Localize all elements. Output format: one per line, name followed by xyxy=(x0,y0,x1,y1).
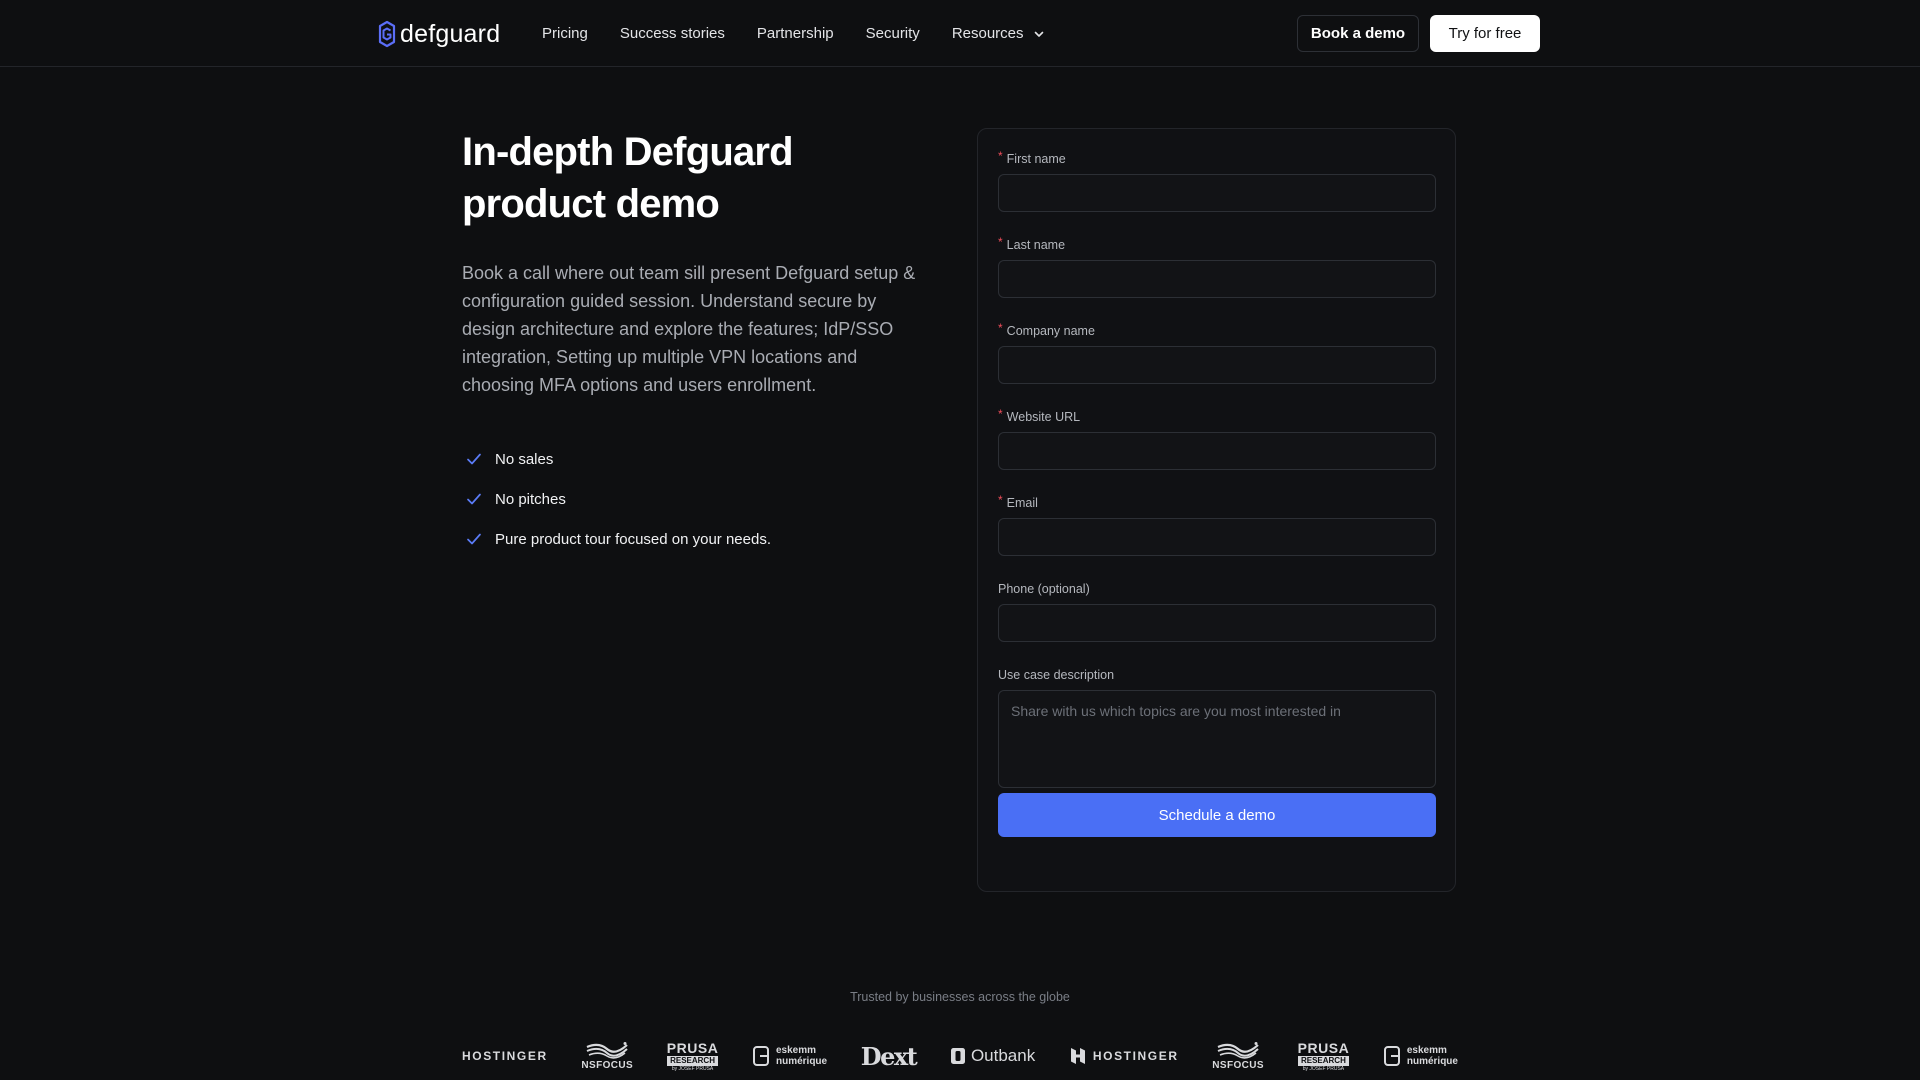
required-mark: * xyxy=(998,321,1003,335)
page-description: Book a call where out team sill present … xyxy=(462,263,916,395)
last-name-field: * Last name xyxy=(998,235,1436,298)
hostinger-logo: HOSTINGER xyxy=(462,1049,548,1063)
feature-label: No pitches xyxy=(495,490,566,508)
website-url-field: * Website URL xyxy=(998,407,1436,470)
first-name-label: * First name xyxy=(998,149,1066,166)
company-name-input[interactable] xyxy=(998,346,1436,384)
email-field: * Email xyxy=(998,493,1436,556)
eskemm-numerique-logo: eskemm numérique xyxy=(752,1045,827,1067)
first-name-field: * First name xyxy=(998,149,1436,212)
required-mark: * xyxy=(998,235,1003,249)
phone-label: Phone (optional) xyxy=(998,582,1090,596)
prusa-research-logo: PRUSA RESEARCH by JOSEF PRUSA xyxy=(1297,1039,1350,1072)
use-case-field: Use case description xyxy=(998,667,1436,788)
site-header: defguard Pricing Success stories Partner… xyxy=(0,0,1920,67)
phone-input[interactable] xyxy=(998,604,1436,642)
trusted-caption: Trusted by businesses across the globe xyxy=(850,990,1070,1004)
outbank-icon xyxy=(950,1048,965,1064)
first-name-input[interactable] xyxy=(998,174,1436,212)
nav-partnership[interactable]: Partnership xyxy=(757,25,834,42)
page-title: In-depth Defguard product demo xyxy=(462,130,794,226)
phone-field: Phone (optional) xyxy=(998,581,1436,642)
chevron-down-icon xyxy=(1034,31,1043,37)
check-icon xyxy=(467,493,481,505)
website-url-label: * Website URL xyxy=(998,407,1081,424)
feature-label: No sales xyxy=(495,450,554,468)
use-case-label: Use case description xyxy=(998,668,1115,682)
required-mark: * xyxy=(998,407,1003,421)
main-nav: Pricing Success stories Partnership Secu… xyxy=(542,0,1077,67)
email-label: * Email xyxy=(998,493,1038,510)
website-url-input[interactable] xyxy=(998,432,1436,470)
defguard-logo-icon xyxy=(378,20,396,48)
hostinger-logo: HOSTINGER xyxy=(1069,1047,1179,1065)
company-name-field: * Company name xyxy=(998,321,1436,384)
outbank-logo: Outbank xyxy=(950,1046,1035,1066)
check-icon xyxy=(467,453,481,465)
feature-item: No sales xyxy=(462,447,771,471)
required-mark: * xyxy=(998,493,1003,507)
use-case-textarea[interactable] xyxy=(998,690,1436,788)
check-icon xyxy=(467,533,481,545)
nsfocus-wave-icon xyxy=(586,1042,629,1059)
eskemm-numerique-logo: eskemm numérique xyxy=(1383,1045,1458,1067)
try-for-free-button[interactable]: Try for free xyxy=(1430,15,1540,52)
email-input[interactable] xyxy=(998,518,1436,556)
nav-success-stories[interactable]: Success stories xyxy=(620,25,725,42)
feature-item: No pitches xyxy=(462,487,771,511)
nav-pricing[interactable]: Pricing xyxy=(542,25,588,42)
defguard-logo[interactable]: defguard xyxy=(378,18,500,50)
nav-security[interactable]: Security xyxy=(866,25,920,42)
logo-text: defguard xyxy=(400,19,501,48)
nsfocus-wave-icon xyxy=(1217,1042,1259,1059)
demo-request-form: * First name * Last name * Company name * We… xyxy=(977,128,1456,892)
prusa-research-logo: PRUSA RESEARCH by JOSEF PRUSA xyxy=(666,1039,719,1072)
hostinger-icon xyxy=(1070,1048,1085,1064)
nsfocus-logo: NSFOCUS xyxy=(581,1041,633,1071)
feature-label: Pure product tour focused on your needs. xyxy=(495,530,772,548)
eskemm-icon xyxy=(752,1046,769,1066)
book-demo-button[interactable]: Book a demo xyxy=(1297,15,1419,52)
trusted-logos: HOSTINGER NSFOCUS PRUSA RESEARCH by JOSE… xyxy=(462,1036,1458,1076)
last-name-input[interactable] xyxy=(998,260,1436,298)
nsfocus-logo: NSFOCUS xyxy=(1212,1041,1264,1071)
eskemm-icon xyxy=(1383,1046,1400,1066)
feature-item: Pure product tour focused on your needs. xyxy=(462,527,771,551)
feature-list: No sales No pitches Pure product tour fo… xyxy=(462,447,771,567)
nav-resources[interactable]: Resources xyxy=(952,25,1045,42)
required-mark: * xyxy=(998,149,1003,163)
company-name-label: * Company name xyxy=(998,321,1095,338)
schedule-demo-button[interactable]: Schedule a demo xyxy=(998,793,1436,837)
dext-logo: Dext xyxy=(860,1041,918,1071)
last-name-label: * Last name xyxy=(998,235,1066,252)
nav-resources-label: Resources xyxy=(951,25,1024,42)
